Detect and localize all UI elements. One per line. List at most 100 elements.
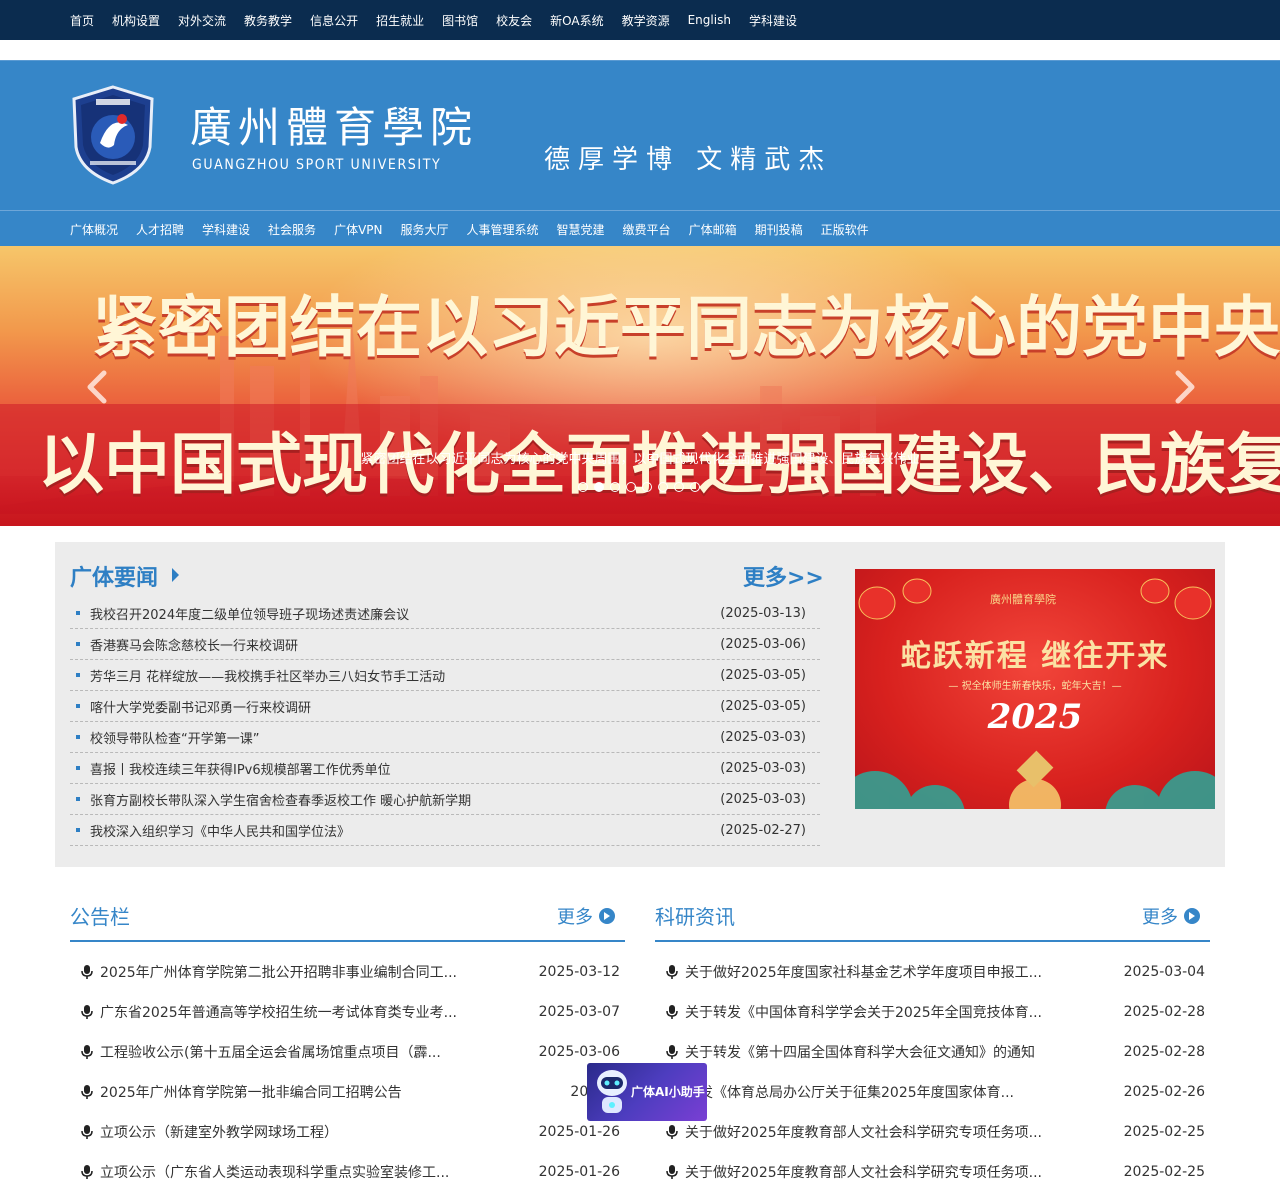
news-list-item[interactable]: 我校召开2024年度二级单位领导班子现场述责述廉会议 (2025-03-13): [70, 598, 820, 629]
banner-caption[interactable]: 紧密团结在以习近平同志为核心的党中央周围，以中国式现代化全面推进强国建设、民族复…: [0, 448, 1280, 467]
research-item-title[interactable]: 关于转发《中国体育科学学会关于2025年全国竞技体育...: [685, 1002, 1075, 1022]
news-list-item[interactable]: 喀什大学党委副书记邓勇一行来校调研 (2025-03-05): [70, 691, 820, 722]
notice-title[interactable]: 公告栏: [70, 901, 130, 930]
notice-item-date: 2025-01-26: [538, 1124, 620, 1140]
research-list-item[interactable]: 关于转发《中国体育科学学会关于2025年全国竞技体育... 2025-02-28: [655, 992, 1210, 1032]
research-item-title[interactable]: 关于转发《第十四届全国体育科学大会征文通知》的通知: [685, 1042, 1075, 1062]
secondary-nav-item[interactable]: 广体VPN: [334, 221, 382, 238]
research-list-item[interactable]: 关于做好2025年度国家社科基金艺术学年度项目申报工... 2025-03-04: [655, 952, 1210, 992]
banner-dot[interactable]: [626, 482, 636, 492]
top-nav-item[interactable]: 首页: [70, 12, 94, 29]
secondary-nav-item[interactable]: 缴费平台: [623, 221, 671, 238]
notice-item-title[interactable]: 2025年广州体育学院第二批公开招聘非事业编制合同工...: [100, 962, 490, 982]
top-nav-item[interactable]: 图书馆: [442, 12, 478, 29]
banner-dot[interactable]: [578, 482, 588, 492]
banner-dot[interactable]: [674, 482, 684, 492]
news-section-title[interactable]: 广体要闻: [70, 560, 158, 592]
research-item-date: 2025-02-28: [1123, 1004, 1205, 1020]
notice-item-title[interactable]: 2025年广州体育学院第一批非编合同工招聘公告: [100, 1082, 490, 1102]
research-item-date: 2025-02-25: [1123, 1124, 1205, 1140]
banner-dot[interactable]: [594, 482, 604, 492]
notice-item-title[interactable]: 立项公示（新建室外教学网球场工程）: [100, 1122, 490, 1142]
ai-assistant-button[interactable]: 广体AI小助手: [587, 1063, 707, 1121]
news-item-title[interactable]: 我校深入组织学习《中华人民共和国学位法》: [90, 821, 706, 840]
microphone-icon: [81, 1165, 93, 1179]
research-list-item[interactable]: 关于转发《第十四届全国体育科学大会征文通知》的通知 2025-02-28: [655, 1032, 1210, 1072]
news-list-item[interactable]: 张育方副校长带队深入学生宿舍检查春季返校工作 暖心护航新学期 (2025-03-0…: [70, 784, 820, 815]
research-item-title[interactable]: 关于做好2025年度教育部人文社会科学研究专项任务项...: [685, 1122, 1075, 1142]
triangle-right-icon: [172, 568, 179, 582]
banner-dot[interactable]: [610, 482, 620, 492]
notice-list-item[interactable]: 立项公示（广东省人类运动表现科学重点实验室装修工... 2025-01-26: [70, 1152, 625, 1192]
secondary-nav-item[interactable]: 广体概况: [70, 221, 118, 238]
research-list-item[interactable]: 转发《体育总局办公厅关于征集2025年度国家体育... 2025-02-26: [655, 1072, 1210, 1112]
square-bullet-icon: [76, 642, 80, 646]
notice-item-title[interactable]: 广东省2025年普通高等学校招生统一考试体育类专业考...: [100, 1002, 490, 1022]
research-more-link[interactable]: 更多: [1142, 903, 1200, 929]
research-item-title[interactable]: 关于做好2025年度教育部人文社会科学研究专项任务项...: [685, 1162, 1075, 1182]
top-nav-item[interactable]: 校友会: [496, 12, 532, 29]
notice-item-title[interactable]: 工程验收公示(第十五届全运会省属场馆重点项目（霹...: [100, 1042, 490, 1062]
top-nav-item[interactable]: 机构设置: [112, 12, 160, 29]
research-title[interactable]: 科研资讯: [655, 901, 735, 930]
notice-list-item[interactable]: 2025年广州体育学院第二批公开招聘非事业编制合同工... 2025-03-12: [70, 952, 625, 992]
news-item-title[interactable]: 香港赛马会陈念慈校长一行来校调研: [90, 635, 706, 654]
secondary-nav-item[interactable]: 人事管理系统: [467, 221, 539, 238]
news-list-item[interactable]: 我校深入组织学习《中华人民共和国学位法》 (2025-02-27): [70, 815, 820, 846]
microphone-icon: [666, 1005, 678, 1019]
news-list-item[interactable]: 校领导带队检查“开学第一课” (2025-03-03): [70, 722, 820, 753]
secondary-nav-item[interactable]: 广体邮箱: [689, 221, 737, 238]
news-item-title[interactable]: 喀什大学党委副书记邓勇一行来校调研: [90, 697, 706, 716]
research-list-item[interactable]: 关于做好2025年度教育部人文社会科学研究专项任务项... 2025-02-25: [655, 1152, 1210, 1192]
banner-dot[interactable]: [658, 482, 668, 492]
top-nav-item[interactable]: 对外交流: [178, 12, 226, 29]
secondary-nav-item[interactable]: 社会服务: [268, 221, 316, 238]
chevron-left-icon[interactable]: [84, 370, 110, 404]
top-nav-item[interactable]: 新OA系统: [550, 12, 603, 29]
top-nav-item[interactable]: English: [688, 13, 731, 27]
notice-list-item[interactable]: 2025年广州体育学院第一批非编合同工招聘公告2025-0: [70, 1072, 625, 1112]
news-item-title[interactable]: 我校召开2024年度二级单位领导班子现场述责述廉会议: [90, 604, 706, 623]
news-item-title[interactable]: 芳华三月 花样绽放——我校携手社区举办三八妇女节手工活动: [90, 666, 706, 685]
banner-dot[interactable]: [690, 482, 700, 492]
chevron-right-icon[interactable]: [1172, 370, 1198, 404]
microphone-icon: [81, 1085, 93, 1099]
top-nav-item[interactable]: 信息公开: [310, 12, 358, 29]
news-list-item[interactable]: 芳华三月 花样绽放——我校携手社区举办三八妇女节手工活动 (2025-03-05): [70, 660, 820, 691]
top-nav-item[interactable]: 学科建设: [749, 12, 797, 29]
top-nav-item[interactable]: 教务教学: [244, 12, 292, 29]
secondary-nav-item[interactable]: 期刊投稿: [755, 221, 803, 238]
secondary-nav-item[interactable]: 服务大厅: [401, 221, 449, 238]
notice-list-item[interactable]: 立项公示（新建室外教学网球场工程） 2025-01-26: [70, 1112, 625, 1152]
notice-more-link[interactable]: 更多: [557, 903, 615, 929]
microphone-icon: [81, 1045, 93, 1059]
notice-list-item[interactable]: 工程验收公示(第十五届全运会省属场馆重点项目（霹... 2025-03-06: [70, 1032, 625, 1072]
banner-dot[interactable]: [642, 482, 652, 492]
research-item-date: 2025-02-25: [1123, 1164, 1205, 1180]
news-list-item[interactable]: 喜报丨我校连续三年获得IPv6规模部署工作优秀单位 (2025-03-03): [70, 753, 820, 784]
square-bullet-icon: [76, 735, 80, 739]
research-item-title[interactable]: 关于做好2025年度国家社科基金艺术学年度项目申报工...: [685, 962, 1075, 982]
news-list-item[interactable]: 香港赛马会陈念慈校长一行来校调研 (2025-03-06): [70, 629, 820, 660]
microphone-icon: [81, 1005, 93, 1019]
notice-item-title[interactable]: 立项公示（广东省人类运动表现科学重点实验室装修工...: [100, 1162, 490, 1182]
secondary-nav-item[interactable]: 人才招聘: [136, 221, 184, 238]
research-list: 关于做好2025年度国家社科基金艺术学年度项目申报工... 2025-03-04 关…: [655, 952, 1210, 1192]
research-item-title[interactable]: 转发《体育总局办公厅关于征集2025年度国家体育...: [685, 1082, 1075, 1102]
notice-list-item[interactable]: 广东省2025年普通高等学校招生统一考试体育类专业考... 2025-03-07: [70, 992, 625, 1032]
secondary-nav-item[interactable]: 正版软件: [821, 221, 869, 238]
new-year-promo-image[interactable]: 廣州體育學院 蛇跃新程 继往开来 — 祝全体师生新春快乐，蛇年大吉！— 2025: [855, 569, 1215, 809]
news-item-title[interactable]: 喜报丨我校连续三年获得IPv6规模部署工作优秀单位: [90, 759, 706, 778]
notice-more-label: 更多: [557, 907, 593, 928]
news-more-link[interactable]: 更多>>: [743, 560, 824, 592]
secondary-nav-item[interactable]: 学科建设: [202, 221, 250, 238]
secondary-nav-item[interactable]: 智慧党建: [557, 221, 605, 238]
hero-banner[interactable]: 紧密团结在以习近平同志为核心的党中央周围 以中国式现代化全面推进强国建设、民族复…: [0, 246, 1280, 526]
news-item-title[interactable]: 张育方副校长带队深入学生宿舍检查春季返校工作 暖心护航新学期: [90, 790, 706, 809]
top-nav-item[interactable]: 招生就业: [376, 12, 424, 29]
top-nav-item[interactable]: 教学资源: [622, 12, 670, 29]
university-emblem-logo[interactable]: [70, 85, 156, 185]
news-item-title[interactable]: 校领导带队检查“开学第一课”: [90, 728, 706, 747]
research-list-item[interactable]: 关于做好2025年度教育部人文社会科学研究专项任务项... 2025-02-25: [655, 1112, 1210, 1152]
promo-headline: 蛇跃新程 继往开来: [900, 639, 1170, 674]
